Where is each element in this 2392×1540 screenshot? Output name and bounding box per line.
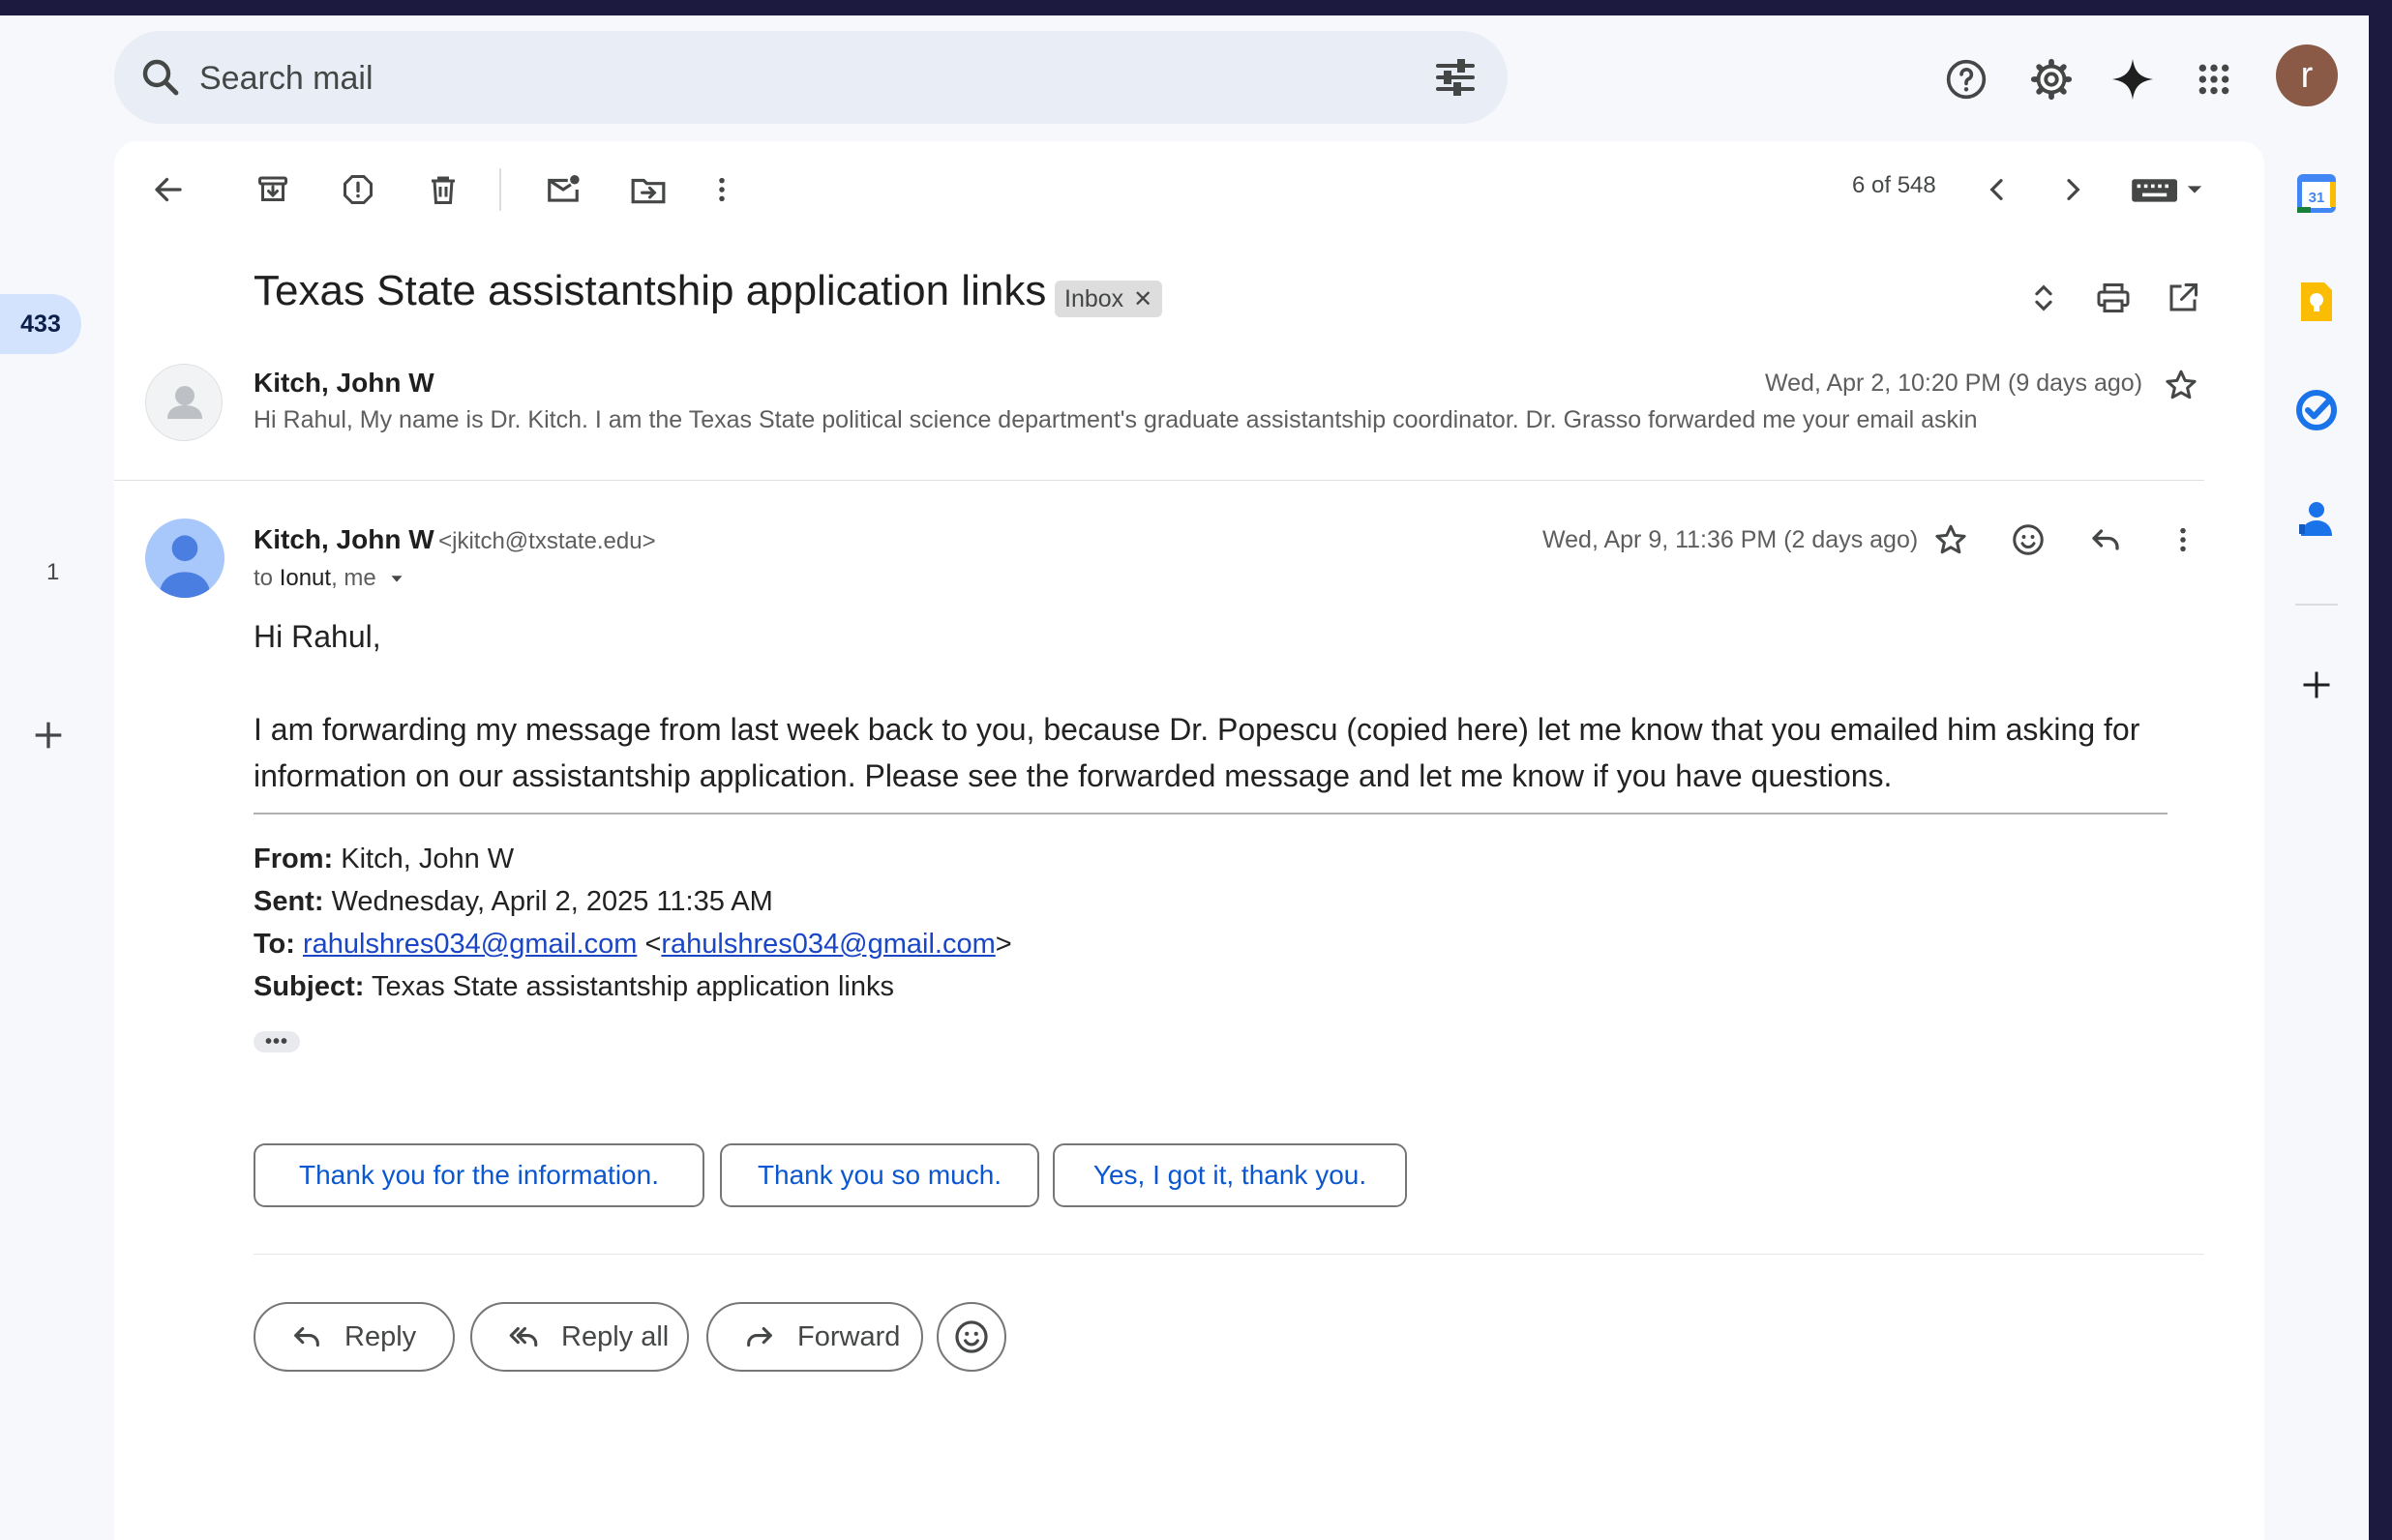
forward-subject-row: Subject: Texas State assistantship appli…: [254, 971, 894, 1003]
gemini-sparkle-icon[interactable]: [2108, 54, 2158, 104]
sent-value: Wednesday, April 2, 2025 11:35 AM: [331, 886, 773, 917]
right-rail-divider: [2295, 604, 2338, 606]
sender-line: Kitch, John W <jkitch@txstate.edu>: [254, 524, 656, 555]
reply-all-icon: [509, 1326, 538, 1348]
google-calendar-icon[interactable]: 31: [2293, 170, 2340, 217]
collapsed-sender-name[interactable]: Kitch, John W: [254, 368, 434, 399]
recipient-name: Ionut: [279, 565, 332, 591]
google-contacts-icon[interactable]: [2293, 495, 2340, 542]
show-trimmed-content-button[interactable]: •••: [254, 1031, 300, 1052]
recipients-line[interactable]: to Ionut, me: [254, 565, 407, 592]
sent-label: Sent:: [254, 886, 324, 917]
emoji-reaction-button[interactable]: [937, 1302, 1006, 1372]
calendar-icon-date: 31: [2309, 190, 2325, 206]
subject-label: Subject:: [254, 971, 365, 1002]
help-icon[interactable]: [1941, 54, 1991, 104]
smiley-emoji-icon: [955, 1320, 988, 1353]
angle-open: <: [644, 929, 662, 960]
delete-trash-icon[interactable]: [420, 166, 466, 213]
expand-all-icon[interactable]: [2020, 275, 2067, 321]
from-label: From:: [254, 844, 334, 874]
star-icon[interactable]: [2158, 362, 2204, 408]
move-to-folder-icon[interactable]: [625, 166, 672, 213]
reply-all-label: Reply all: [561, 1320, 670, 1352]
collapsed-message-snippet[interactable]: Hi Rahul, My name is Dr. Kitch. I am the…: [254, 406, 1978, 434]
forward-from-row: From: Kitch, John W: [254, 844, 514, 875]
window-top-frame: [0, 0, 2392, 15]
message-pager: 6 of 548: [1852, 172, 1936, 198]
forward-to-row: To: rahulshres034@gmail.com <rahulshres0…: [254, 929, 1012, 961]
forward-label: Forward: [797, 1320, 901, 1352]
settings-gear-icon[interactable]: [2026, 54, 2077, 104]
more-options-vertical-icon[interactable]: [699, 166, 745, 213]
sender-avatar-icon: [145, 518, 224, 598]
thread-subject: Texas State assistantship application li…: [254, 267, 1047, 314]
back-arrow-icon[interactable]: [145, 166, 192, 213]
star-icon[interactable]: [1928, 517, 1974, 563]
search-icon[interactable]: [137, 54, 184, 101]
sender-avatar-placeholder-icon: [145, 364, 223, 441]
message-date: Wed, Apr 9, 11:36 PM (2 days ago): [1542, 526, 1919, 553]
body-paragraph-line-1: I am forwarding my message from last wee…: [254, 712, 2140, 747]
unread-count-badge[interactable]: 433: [0, 294, 81, 354]
forward-sent-row: Sent: Wednesday, April 2, 2025 11:35 AM: [254, 886, 773, 918]
inbox-label-text: Inbox: [1064, 284, 1124, 312]
remove-label-close-icon[interactable]: ✕: [1133, 285, 1152, 313]
angle-close: >: [995, 929, 1012, 960]
reply-all-button[interactable]: Reply all: [470, 1302, 689, 1372]
chat-count: 1: [46, 559, 60, 585]
newer-chevron-left-icon[interactable]: [1974, 166, 2020, 213]
search-options-icon[interactable]: [1432, 54, 1479, 101]
body-paragraph-line-2: information on our assistantship applica…: [254, 758, 1893, 793]
message-divider: [114, 480, 2204, 481]
reply-icon: [294, 1326, 319, 1348]
report-spam-icon[interactable]: [335, 166, 381, 213]
forward-icon: [747, 1326, 772, 1348]
message-more-options-icon[interactable]: [2160, 517, 2206, 563]
search-bar[interactable]: [114, 31, 1508, 124]
add-reaction-emoji-icon[interactable]: [2005, 517, 2051, 563]
actions-divider: [254, 1254, 2204, 1255]
reply-arrow-icon[interactable]: [2082, 517, 2129, 563]
forward-button[interactable]: Forward: [706, 1302, 923, 1372]
reply-button[interactable]: Reply: [254, 1302, 455, 1372]
add-addon-plus-icon[interactable]: [2299, 667, 2334, 702]
recipient-email-link[interactable]: rahulshres034@gmail.com: [661, 929, 995, 960]
input-tools-keyboard-icon[interactable]: [2125, 166, 2212, 213]
inbox-label-chip[interactable]: Inbox ✕: [1055, 281, 1163, 317]
toolbar-separator: [499, 168, 501, 211]
body-greeting: Hi Rahul,: [254, 619, 381, 654]
sender-email: <jkitch@txstate.edu>: [438, 528, 656, 554]
plus-icon[interactable]: [29, 716, 68, 755]
smart-reply-chip[interactable]: Yes, I got it, thank you.: [1053, 1143, 1407, 1207]
to-label: To:: [254, 929, 295, 960]
message-view-card: 6 of 548 Texas State assistantship appli…: [114, 141, 2264, 1540]
account-avatar[interactable]: r: [2276, 44, 2338, 106]
print-icon[interactable]: [2090, 275, 2137, 321]
subject-value: Texas State assistantship application li…: [371, 971, 894, 1002]
google-keep-icon[interactable]: [2293, 279, 2340, 325]
window-right-frame: [2369, 0, 2392, 1540]
google-tasks-icon[interactable]: [2293, 387, 2340, 433]
search-input[interactable]: [197, 50, 1362, 106]
archive-icon[interactable]: [250, 166, 296, 213]
from-value: Kitch, John W: [341, 844, 515, 874]
show-details-dropdown-icon[interactable]: [386, 568, 407, 589]
recipient-rest: , me: [331, 565, 376, 591]
to-prefix: to: [254, 565, 274, 591]
sender-name[interactable]: Kitch, John W: [254, 524, 434, 554]
apps-grid-icon[interactable]: [2189, 54, 2239, 104]
open-in-new-window-icon[interactable]: [2160, 275, 2206, 321]
recipient-email-link[interactable]: rahulshres034@gmail.com: [303, 929, 637, 960]
mark-unread-icon[interactable]: [540, 166, 586, 213]
smart-reply-chip[interactable]: Thank you so much.: [720, 1143, 1039, 1207]
older-chevron-right-icon[interactable]: [2049, 166, 2096, 213]
collapsed-message-date: Wed, Apr 2, 10:20 PM (9 days ago): [1765, 370, 2143, 397]
reply-label: Reply: [344, 1320, 417, 1352]
smart-reply-chip[interactable]: Thank you for the information.: [254, 1143, 704, 1207]
forward-separator: [254, 813, 2168, 814]
